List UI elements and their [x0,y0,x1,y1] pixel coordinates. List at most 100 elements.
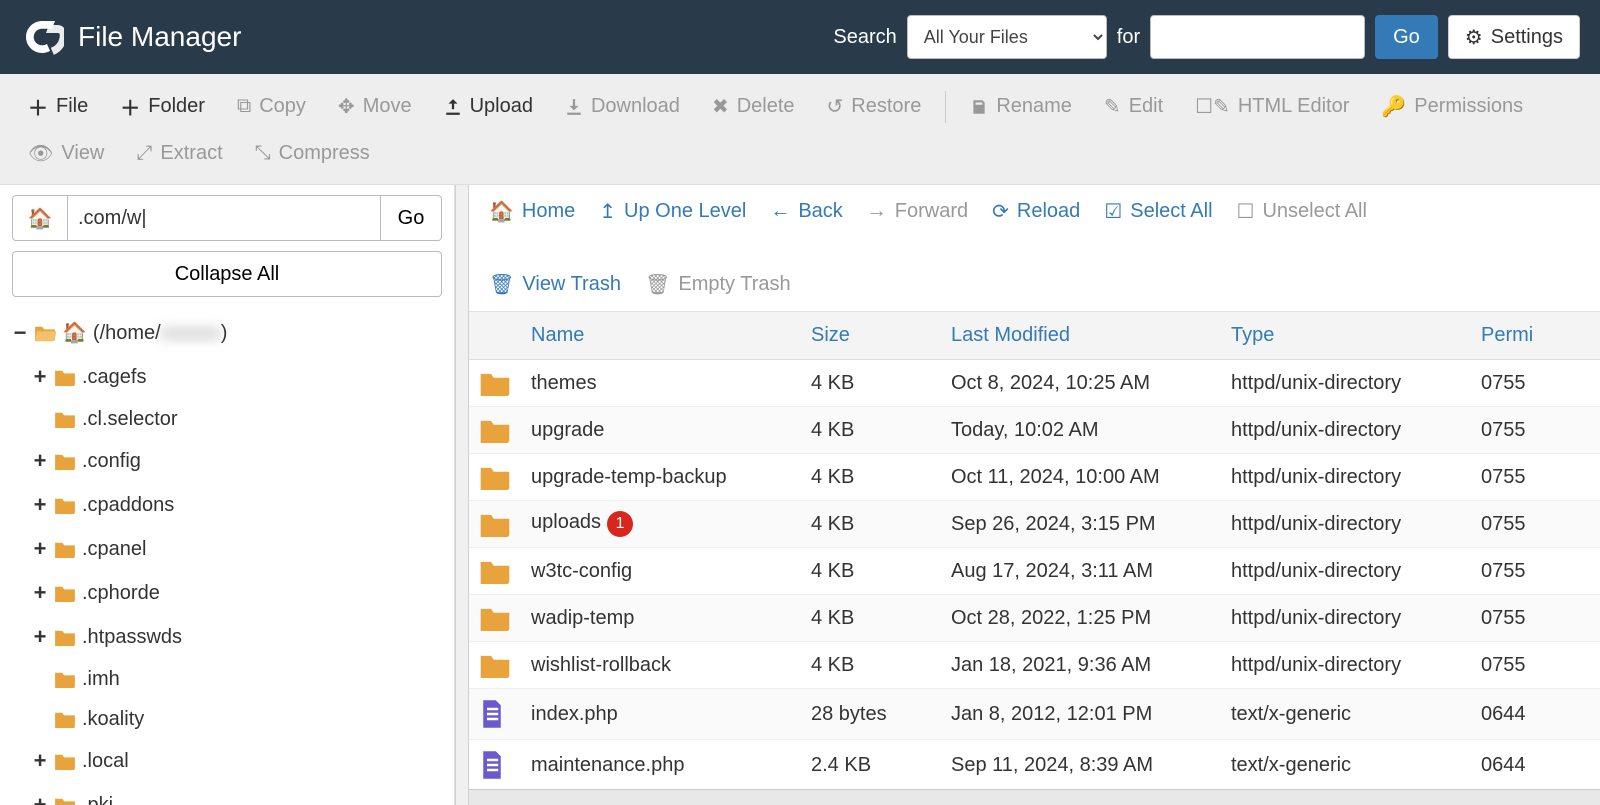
view-trash-button[interactable]: 🗑View Trash [489,272,621,297]
search-input[interactable] [1150,15,1365,59]
arrow-up-icon: ↥ [599,199,616,224]
header-bar: File Manager Search All Your Files for G… [0,0,1600,74]
cell-name: wadip-temp [521,595,801,642]
cell-size: 4 KB [801,595,941,642]
tree-node-label: .cpanel [82,529,147,569]
cell-type: httpd/unix-directory [1221,360,1471,407]
html-editor-button[interactable]: ☐✎HTML Editor [1179,84,1365,129]
cell-modified: Aug 17, 2024, 3:11 AM [941,548,1221,595]
tree-node[interactable]: +.local [32,739,442,783]
table-row[interactable]: wishlist-rollback4 KBJan 18, 2021, 9:36 … [469,642,1600,689]
col-name[interactable]: Name [521,312,801,360]
search-scope-select[interactable]: All Your Files [907,15,1107,59]
col-icon[interactable] [469,312,521,360]
col-modified[interactable]: Last Modified [941,312,1221,360]
upload-button[interactable]: Upload [428,85,549,128]
cell-modified: Sep 26, 2024, 3:15 PM [941,501,1221,548]
nav-reload-button[interactable]: ⟳Reload [992,199,1080,224]
path-input[interactable] [68,195,380,241]
tree-node[interactable]: + .cpanel [32,527,442,571]
edit-button[interactable]: ✎Edit [1088,84,1179,129]
view-button[interactable]: 👁View [12,131,120,176]
path-home-button[interactable]: 🏠 [12,195,68,241]
cell-type: httpd/unix-directory [1221,501,1471,548]
expander-icon[interactable]: + [32,739,48,783]
home-icon: 🏠 [489,199,514,224]
nav-home-button[interactable]: 🏠Home [489,199,575,224]
settings-button[interactable]: ⚙ Settings [1448,15,1580,59]
cell-name: maintenance.php [521,740,801,790]
cell-perms: 0755 [1471,454,1600,501]
table-row[interactable]: upgrade4 KBToday, 10:02 AMhttpd/unix-dir… [469,407,1600,454]
table-row[interactable]: themes4 KBOct 8, 2024, 10:25 AMhttpd/uni… [469,360,1600,407]
extract-button[interactable]: ⤢Extract [120,132,238,175]
expander-icon[interactable]: + [32,439,48,483]
horizontal-scrollbar[interactable] [469,789,1600,805]
cell-type: httpd/unix-directory [1221,407,1471,454]
permissions-button[interactable]: 🔑Permissions [1365,84,1539,129]
tree-node[interactable]: +.pki [32,783,442,805]
table-row[interactable]: uploads14 KBSep 26, 2024, 3:15 PMhttpd/u… [469,501,1600,548]
col-type[interactable]: Type [1221,312,1471,360]
search-go-button[interactable]: Go [1375,15,1438,59]
plus-icon: ＋ [28,92,48,121]
expander-icon[interactable]: + [32,527,48,571]
tree-node[interactable]: .imh [32,659,442,699]
file-table: Name Size Last Modified Type Permi theme… [469,312,1600,789]
select-all-button[interactable]: ☑Select All [1104,199,1212,224]
copy-button[interactable]: ⧉Copy [221,85,322,128]
table-row[interactable]: upgrade-temp-backup4 KBOct 11, 2024, 10:… [469,454,1600,501]
table-row[interactable]: maintenance.php2.4 KBSep 11, 2024, 8:39 … [469,740,1600,790]
tree-node[interactable]: +.cphorde [32,571,442,615]
tree-node[interactable]: +.cpaddons [32,483,442,527]
expander-icon[interactable]: + [32,615,48,659]
path-go-button[interactable]: Go [380,195,442,241]
nav-back-button[interactable]: ←Back [770,200,842,223]
collapse-all-button[interactable]: Collapse All [12,251,442,297]
cell-size: 2.4 KB [801,740,941,790]
new-folder-button[interactable]: ＋Folder [104,82,221,131]
expander-icon[interactable]: + [32,483,48,527]
cell-type: text/x-generic [1221,740,1471,790]
table-row[interactable]: index.php28 bytesJan 8, 2012, 12:01 PMte… [469,689,1600,740]
cell-perms: 0755 [1471,407,1600,454]
download-button[interactable]: Download [549,85,696,128]
splitter-handle[interactable] [455,185,469,805]
tree-root[interactable]: − 🏠 (/home/xxxxxx) [12,311,442,355]
folder-icon [54,796,76,805]
restore-button[interactable]: ↺Restore [811,84,938,129]
delete-button[interactable]: ✖Delete [696,84,811,129]
tree-node[interactable]: .koality [32,699,442,739]
nav-forward-button[interactable]: →Forward [867,200,968,223]
move-button[interactable]: ✥Move [322,84,428,129]
upload-icon [444,98,462,116]
compress-button[interactable]: ⤡Compress [239,132,386,175]
check-icon: ☑ [1104,199,1122,224]
rename-button[interactable]: Rename [954,85,1088,128]
tree-node[interactable]: +.htpasswds [32,615,442,659]
unselect-all-button[interactable]: ☐Unselect All [1237,199,1367,224]
tree-node[interactable]: .cl.selector [32,399,442,439]
new-file-button[interactable]: ＋File [12,82,104,131]
col-perms[interactable]: Permi [1471,312,1600,360]
tree-node[interactable]: +.config [32,439,442,483]
table-row[interactable]: w3tc-config4 KBAug 17, 2024, 3:11 AMhttp… [469,548,1600,595]
expander-icon[interactable]: + [32,783,48,805]
cell-name: upgrade-temp-backup [521,454,801,501]
expander-icon[interactable]: + [32,355,48,399]
nav-up-button[interactable]: ↥Up One Level [599,199,746,224]
col-size[interactable]: Size [801,312,941,360]
folder-icon [54,628,76,646]
expander-icon[interactable]: + [32,571,48,615]
delete-icon: ✖ [712,94,729,119]
folder-icon [469,407,521,454]
table-row[interactable]: wadip-temp4 KBOct 28, 2022, 1:25 PMhttpd… [469,595,1600,642]
left-pane: 🏠 Go Collapse All − 🏠 (/home/xxxxxx) +.c… [0,185,455,805]
empty-trash-button[interactable]: 🗑Empty Trash [645,272,791,297]
folder-icon [469,595,521,642]
tree-node[interactable]: +.cagefs [32,355,442,399]
cell-size: 4 KB [801,407,941,454]
expander-icon[interactable]: − [12,311,28,355]
cell-name: themes [521,360,801,407]
logo: File Manager [20,15,241,59]
